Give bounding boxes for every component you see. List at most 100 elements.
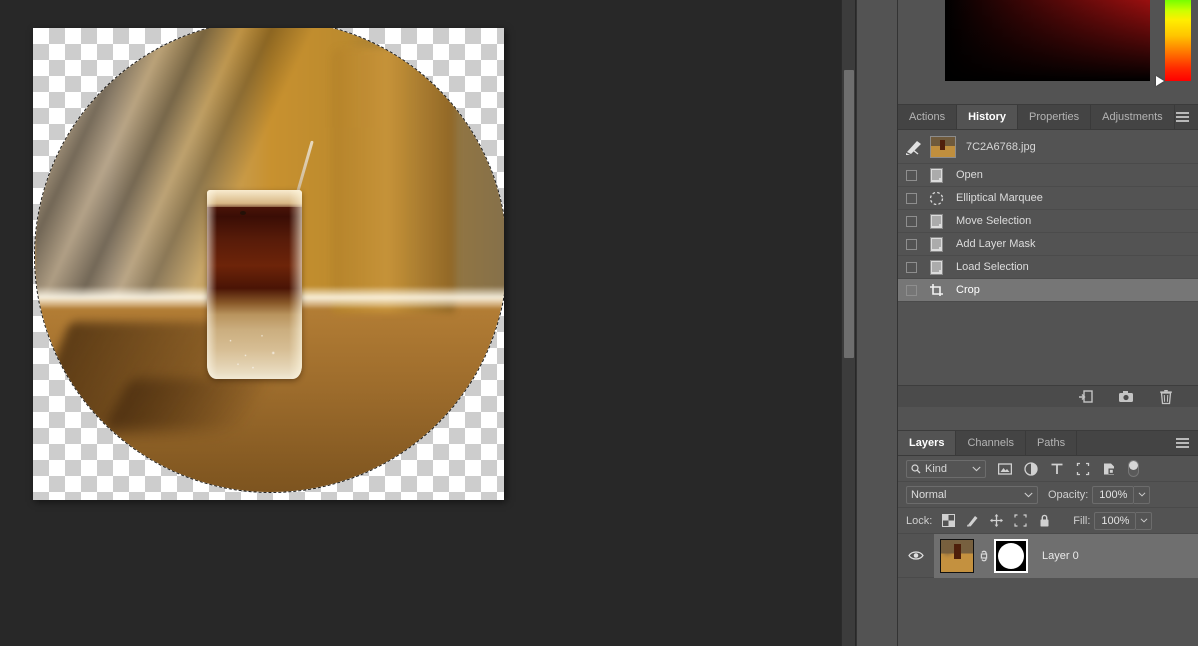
smart-object-filter-icon[interactable] — [1102, 462, 1116, 476]
tab-adjustments[interactable]: Adjustments — [1091, 105, 1175, 129]
history-state-label: Open — [956, 169, 983, 181]
tab-layers[interactable]: Layers — [898, 431, 957, 455]
opacity-stepper[interactable] — [1134, 485, 1151, 504]
history-state-label: Add Layer Mask — [956, 238, 1036, 250]
photo-glass-bubbles — [216, 325, 293, 375]
history-panel-menu-button[interactable] — [1172, 105, 1192, 129]
chevron-down-icon — [1138, 492, 1146, 497]
history-state-crop[interactable]: Crop — [898, 279, 1198, 302]
mask-circle-shape — [998, 542, 1024, 569]
lock-transparent-pixels-icon[interactable] — [942, 514, 956, 527]
snapshot-thumbnail — [930, 135, 956, 158]
history-state-add-layer-mask[interactable]: Add Layer Mask — [898, 233, 1198, 256]
hamburger-icon — [1175, 436, 1189, 450]
crop-icon — [928, 282, 944, 298]
layer-row-body[interactable]: Layer 0 — [934, 533, 1198, 578]
layer-thumbnail[interactable] — [940, 538, 974, 573]
chevron-down-icon — [1024, 492, 1033, 497]
lock-buttons — [942, 514, 1051, 527]
canvas-transparency-checkerboard[interactable] — [33, 28, 504, 500]
tab-paths[interactable]: Paths — [1025, 431, 1078, 455]
history-state-open[interactable]: Open — [898, 164, 1198, 187]
tab-properties[interactable]: Properties — [1017, 105, 1092, 129]
opacity-label: Opacity: — [1048, 488, 1089, 501]
link-icon[interactable] — [979, 548, 989, 564]
fill-stepper[interactable] — [1136, 511, 1153, 530]
shape-layer-filter-icon[interactable] — [1076, 462, 1090, 476]
opacity-input[interactable]: 100% — [1092, 485, 1135, 504]
masked-photo-circle — [35, 28, 504, 492]
layers-filter-row: Kind — [898, 456, 1198, 482]
lock-image-pixels-icon[interactable] — [966, 514, 979, 527]
layer-kind-filter-label: Kind — [925, 462, 948, 475]
history-panel: Actions History Properties Adjustments 7 — [898, 105, 1198, 430]
lock-position-icon[interactable] — [990, 514, 1004, 527]
layer-kind-filter-icons — [998, 461, 1116, 476]
layer-kind-filter-select[interactable]: Kind — [906, 459, 986, 478]
hue-slider-marker[interactable] — [1156, 76, 1164, 86]
history-brush-source-checkbox[interactable] — [906, 215, 917, 227]
history-state-move-selection[interactable]: Move Selection — [898, 210, 1198, 233]
fill-input[interactable]: 100% — [1094, 511, 1137, 530]
document-vertical-scrollbar[interactable] — [841, 0, 855, 646]
history-state-list[interactable]: 7C2A6768.jpg Open Elliptical Marquee Mov… — [898, 130, 1198, 407]
tab-actions[interactable]: Actions — [898, 105, 958, 129]
pixel-layer-filter-icon[interactable] — [998, 462, 1012, 476]
history-state-load-selection[interactable]: Load Selection — [898, 256, 1198, 279]
photo-glass-left-highlight — [207, 189, 217, 379]
history-brush-icon[interactable] — [904, 138, 926, 156]
photo-image — [35, 28, 504, 492]
lock-all-icon[interactable] — [1038, 514, 1051, 527]
document-canvas-area[interactable] — [0, 0, 840, 646]
trash-icon[interactable] — [1158, 389, 1174, 405]
tab-channels[interactable]: Channels — [956, 431, 1026, 455]
adjustment-layer-filter-icon[interactable] — [1024, 461, 1038, 476]
color-saturation-value-field[interactable] — [945, 0, 1150, 81]
history-state-label: Crop — [956, 284, 980, 296]
history-state-elliptical-marquee[interactable]: Elliptical Marquee — [898, 187, 1198, 210]
blend-mode-select[interactable]: Normal — [906, 485, 1038, 504]
history-brush-source-checkbox[interactable] — [906, 238, 917, 250]
color-picker-panel[interactable] — [898, 0, 1198, 105]
lock-label: Lock: — [906, 514, 933, 527]
history-brush-source-checkbox[interactable] — [906, 192, 917, 204]
layer-mask-thumbnail[interactable] — [994, 538, 1028, 573]
document-scrollbar-thumb[interactable] — [844, 70, 854, 358]
history-snapshot-row[interactable]: 7C2A6768.jpg — [898, 130, 1198, 164]
photo-jar — [332, 48, 456, 313]
history-brush-source-checkbox[interactable] — [906, 261, 917, 273]
blend-opacity-row: Normal Opacity: 100% — [898, 482, 1198, 508]
layers-empty-area — [898, 578, 1198, 628]
hamburger-icon — [1175, 110, 1189, 124]
history-state-label: Elliptical Marquee — [956, 192, 1043, 204]
history-brush-source-checkbox[interactable] — [906, 284, 917, 296]
fill-label: Fill: — [1073, 514, 1091, 527]
hue-slider-strip[interactable] — [1165, 0, 1191, 81]
lock-fill-row: Lock: Fill: 100% — [898, 508, 1198, 534]
layers-panel-menu-button[interactable] — [1172, 431, 1192, 455]
new-document-icon[interactable] — [1078, 389, 1094, 405]
layer-visibility-toggle[interactable] — [898, 550, 934, 561]
layer-name-label: Layer 0 — [1042, 549, 1079, 562]
right-dock: Actions History Properties Adjustments 7 — [898, 0, 1198, 646]
search-icon — [911, 463, 921, 473]
snapshot-name: 7C2A6768.jpg — [966, 140, 1036, 153]
filter-enable-toggle[interactable] — [1128, 460, 1139, 477]
blend-mode-value: Normal — [911, 488, 947, 501]
table-row[interactable]: Layer 0 — [898, 533, 1198, 578]
history-state-label: Load Selection — [956, 261, 1029, 273]
photo-table-shadow-secondary — [100, 378, 320, 436]
tab-history[interactable]: History — [957, 105, 1018, 129]
elliptical-marquee-icon — [928, 190, 944, 206]
history-state-label: Move Selection — [956, 215, 1032, 227]
document-icon — [928, 167, 944, 183]
eye-icon — [908, 551, 924, 560]
lock-artboard-nesting-icon[interactable] — [1014, 514, 1027, 527]
chevron-down-icon — [972, 466, 981, 471]
panel-gap-column — [856, 0, 898, 646]
type-layer-filter-icon[interactable] — [1050, 462, 1064, 476]
history-brush-source-checkbox[interactable] — [906, 169, 917, 181]
photo-glass-rim — [207, 189, 302, 207]
history-panel-tabstrip: Actions History Properties Adjustments — [898, 105, 1198, 130]
camera-icon[interactable] — [1118, 389, 1134, 405]
